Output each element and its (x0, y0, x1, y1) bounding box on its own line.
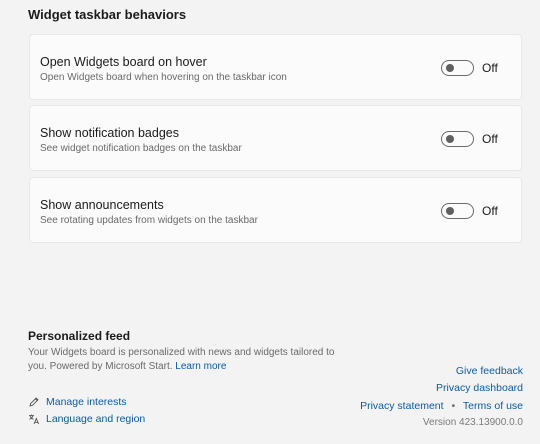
toggle-knob (446, 207, 454, 215)
feed-description: Your Widgets board is personalized with … (28, 346, 348, 374)
setting-card-notification-badges: Show notification badges See widget noti… (29, 105, 522, 171)
announcements-toggle[interactable] (441, 203, 474, 219)
widgets-settings-page: Widget taskbar behaviors Open Widgets bo… (0, 0, 540, 444)
notification-badges-toggle[interactable] (441, 131, 474, 147)
manage-interests-link[interactable]: Manage interests (28, 396, 127, 408)
learn-more-link[interactable]: Learn more (175, 361, 226, 372)
privacy-dashboard-link[interactable]: Privacy dashboard (436, 382, 523, 394)
feed-title: Personalized feed (28, 329, 131, 343)
open-on-hover-toggle[interactable] (441, 60, 474, 76)
setting-card-open-on-hover: Open Widgets board on hover Open Widgets… (29, 34, 522, 100)
toggle-state-label: Off (482, 132, 498, 146)
setting-title: Show notification badges (40, 126, 179, 140)
setting-description: See widget notification badges on the ta… (40, 143, 242, 154)
setting-description: See rotating updates from widgets on the… (40, 215, 258, 226)
version-label: Version 423.13900.0.0 (422, 417, 523, 428)
toggle-knob (446, 135, 454, 143)
toggle-state-label: Off (482, 204, 498, 218)
terms-of-use-link[interactable]: Terms of use (463, 400, 523, 412)
setting-title: Open Widgets board on hover (40, 55, 207, 69)
pencil-icon (28, 396, 40, 408)
language-region-label: Language and region (46, 413, 146, 425)
section-title: Widget taskbar behaviors (28, 7, 187, 22)
setting-title: Show announcements (40, 198, 164, 212)
language-region-link[interactable]: Language and region (28, 413, 145, 425)
privacy-statement-link[interactable]: Privacy statement (360, 400, 443, 412)
setting-description: Open Widgets board when hovering on the … (40, 72, 287, 83)
give-feedback-link[interactable]: Give feedback (456, 365, 523, 377)
separator-dot: • (451, 400, 456, 412)
language-icon (28, 413, 40, 425)
toggle-state-label: Off (482, 61, 498, 75)
setting-card-announcements: Show announcements See rotating updates … (29, 177, 522, 243)
toggle-knob (446, 64, 454, 72)
legal-links-row: Privacy statement • Terms of use (360, 400, 523, 412)
manage-interests-label: Manage interests (46, 396, 127, 408)
